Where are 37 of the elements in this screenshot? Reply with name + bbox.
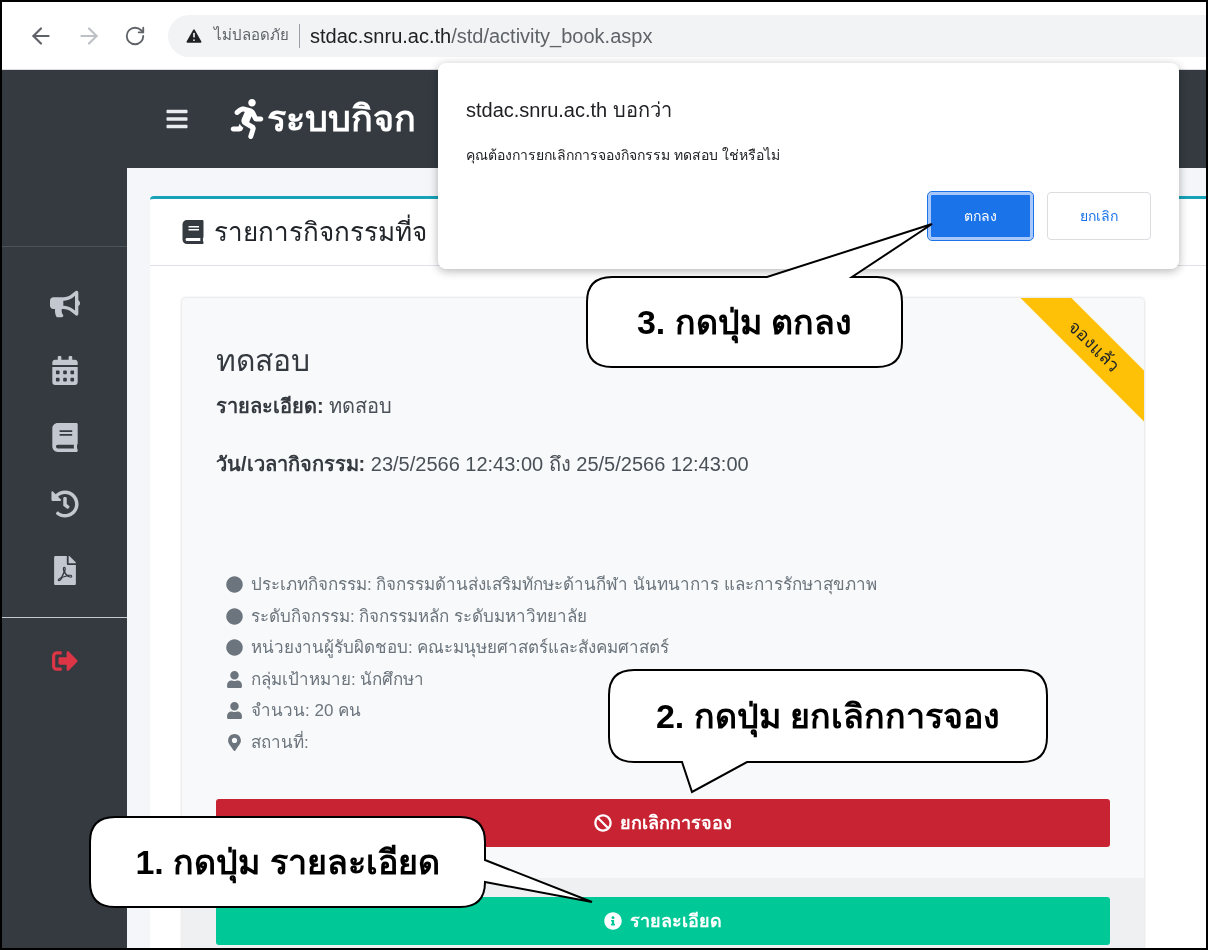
cancel-button[interactable]: ยกเลิก: [1047, 192, 1151, 240]
detail-text: รายละเอียด: ทดสอบ: [216, 394, 394, 419]
megaphone-icon[interactable]: [49, 290, 80, 318]
info-icon: [604, 912, 622, 930]
info-text: จำนวน: 20 คน: [251, 700, 362, 722]
dialog-title: stdac.snru.ac.th บอกว่า: [466, 98, 673, 123]
activity-title: ทดสอบ: [216, 343, 310, 379]
address-bar[interactable]: ไม่ปลอดภัย stdac.snru.ac.th/std/activity_book.aspx: [168, 14, 1206, 57]
bullet-icon: [226, 639, 243, 657]
book-icon[interactable]: [51, 423, 78, 452]
reload-icon[interactable]: [124, 24, 146, 47]
info-text: ประเภทกิจกรรม: กิจกรรมด้านส่งเสริมทักษะด้านกีฬา นันทนาการ และการรักษาสุขภาพ: [251, 574, 877, 597]
user-icon: [226, 670, 243, 688]
pdf-file-icon[interactable]: [52, 556, 77, 585]
history-icon[interactable]: [50, 490, 79, 518]
map-pin-icon: [226, 733, 243, 751]
ok-button[interactable]: ตกลง: [928, 192, 1033, 240]
info-text: กลุ่มเป้าหมาย: นักศึกษา: [251, 668, 425, 692]
panel-title: รายการกิจกรรมที่จ: [214, 213, 427, 249]
callout-text: 3. กดปุ่ม ตกลง: [636, 296, 853, 348]
logo-text: ระบบกิจก: [267, 97, 416, 141]
detail-text: วัน/เวลากิจกรรม: 23/5/2566 12:43:00 ถึง 25/5/2566 12:43:00: [216, 452, 750, 477]
security-label: ไม่ปลอดภัย: [214, 25, 289, 46]
book-icon: [182, 220, 204, 244]
callout-text: 2. กดปุ่ม ยกเลิกการจอง: [655, 690, 1001, 742]
bullet-icon: [226, 576, 243, 594]
dialog-message: คุณต้องการยกเลิกการจองกิจกรรม ทดสอบ ใช่หรือไม่: [466, 146, 781, 166]
info-text: สถานที่:: [251, 729, 309, 754]
bullet-icon: [226, 607, 243, 625]
user-icon: [226, 702, 243, 720]
calendar-icon[interactable]: [51, 356, 78, 385]
url-text: stdac.snru.ac.th/std/activity_book.aspx: [310, 23, 653, 50]
info-text: หน่วยงานผู้รับผิดชอบ: คณะมนุษยศาสตร์และสังคมศาสตร์: [251, 637, 670, 660]
logout-icon[interactable]: [49, 648, 80, 674]
info-text: ระดับกิจกรรม: กิจกรรมหลัก ระดับมหาวิทยาลัย: [251, 605, 588, 628]
menu-icon[interactable]: [165, 107, 189, 131]
ban-icon: [594, 814, 612, 832]
